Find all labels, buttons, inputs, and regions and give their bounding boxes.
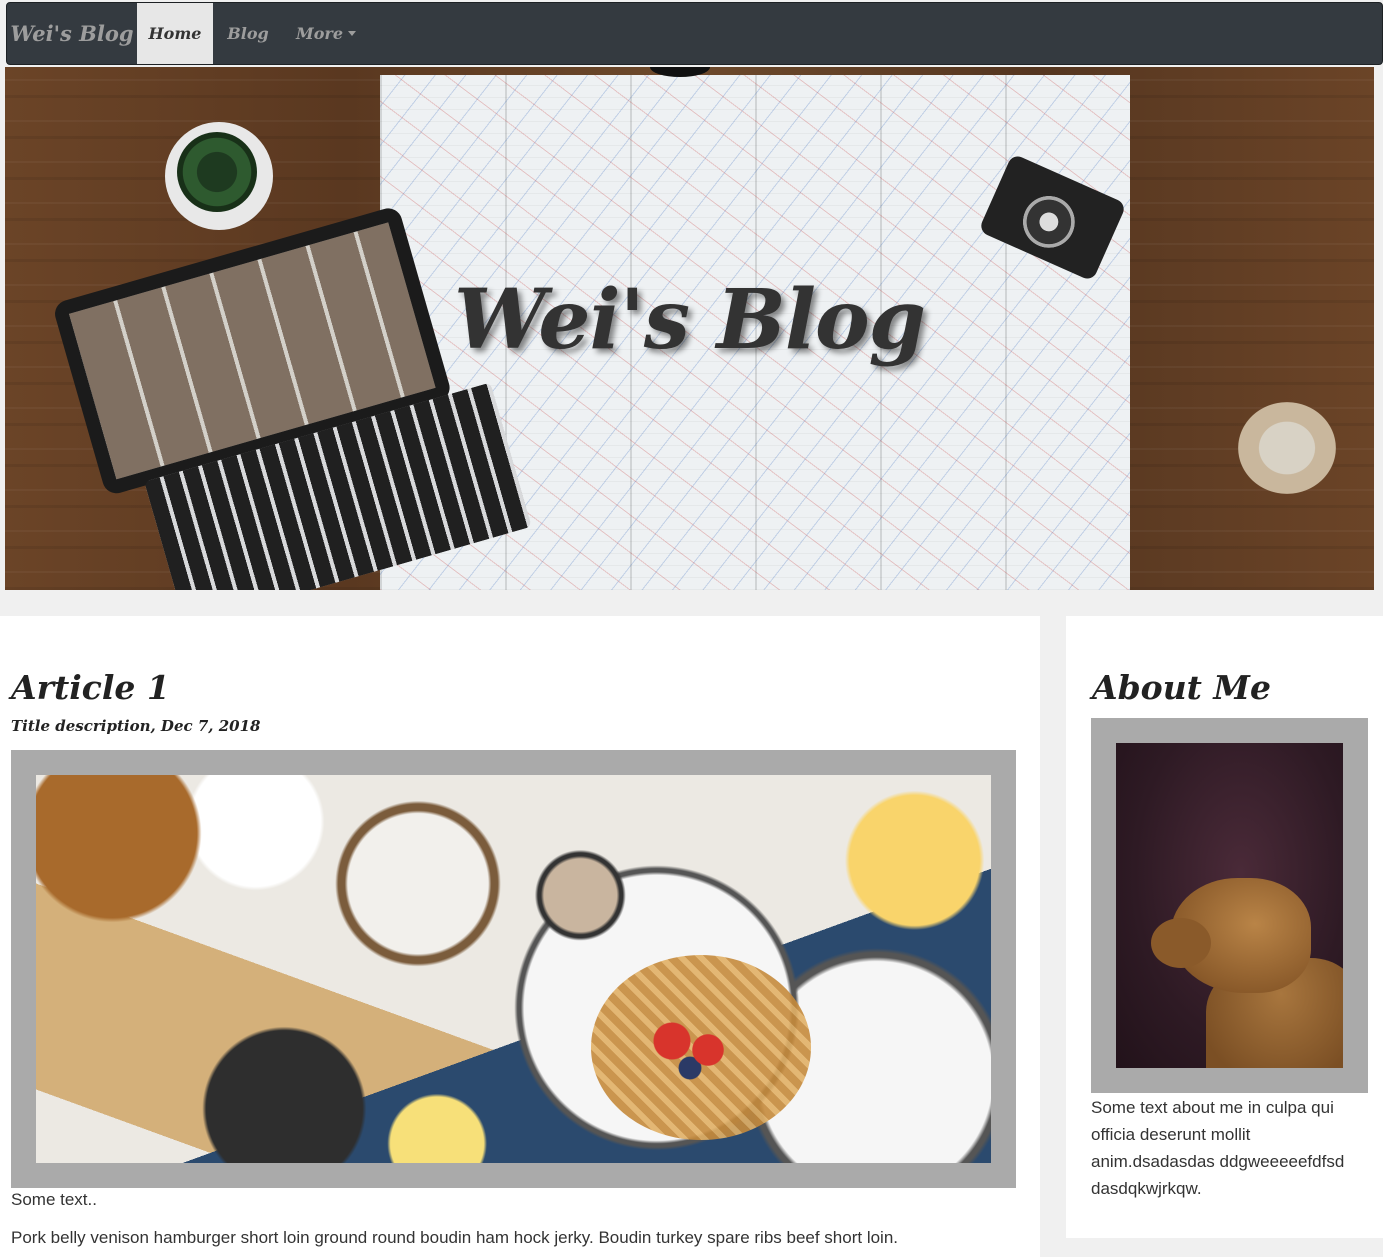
- article-image-frame: [11, 750, 1016, 1188]
- nav-item-more-label: More: [296, 24, 343, 43]
- dog-image: [1116, 743, 1343, 1068]
- caret-down-icon: [348, 31, 356, 36]
- nav-item-blog[interactable]: Blog: [213, 3, 283, 64]
- water-glass: [1238, 402, 1336, 494]
- article-paragraph-2: Pork belly venison hamburger short loin …: [11, 1228, 899, 1247]
- hero-banner: Wei's Blog: [5, 67, 1374, 590]
- plant-leaves: [177, 132, 257, 212]
- navbar-brand[interactable]: Wei's Blog: [7, 3, 137, 64]
- breakfast-image: [36, 775, 991, 1163]
- camera-lens: [1014, 187, 1084, 257]
- hero-title: Wei's Blog: [453, 272, 926, 368]
- top-navbar: Wei's Blog Home Blog More: [6, 2, 1383, 65]
- berries-topping: [636, 1005, 756, 1095]
- dog-snout: [1151, 918, 1211, 968]
- about-title: About Me: [1092, 668, 1271, 707]
- nav-item-more[interactable]: More: [283, 3, 369, 64]
- article-subtitle: Title description, Dec 7, 2018: [11, 717, 261, 735]
- nav-item-home[interactable]: Home: [137, 3, 213, 64]
- article-title: Article 1: [11, 668, 170, 707]
- about-text: Some text about me in culpa qui officia …: [1091, 1098, 1345, 1198]
- about-image-frame: [1091, 718, 1368, 1093]
- succulent-plant: [165, 122, 273, 230]
- article-paragraph-1: Some text..: [11, 1190, 97, 1209]
